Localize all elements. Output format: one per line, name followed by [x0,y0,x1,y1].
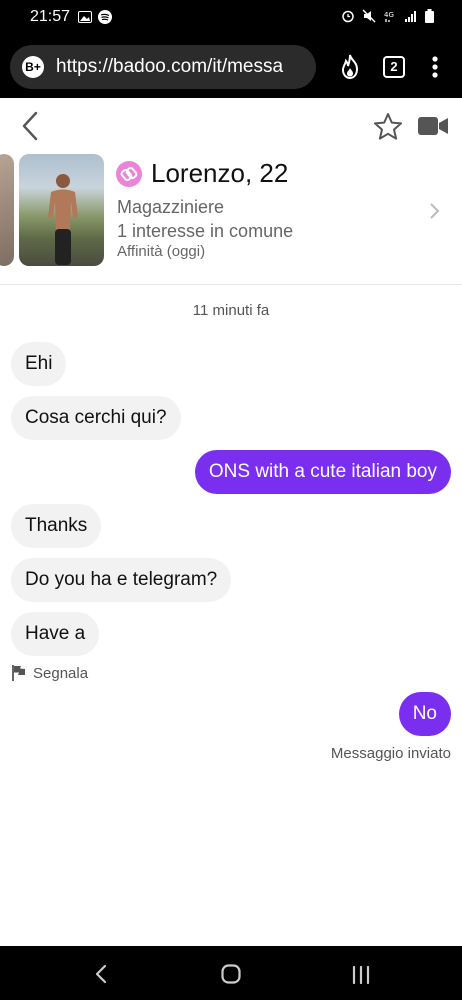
profile-name[interactable]: Lorenzo, 22 [151,158,288,189]
common-interests: 1 interesse in comune [117,221,294,241]
message-outgoing[interactable]: No [398,692,451,736]
url-text[interactable]: https://badoo.com/it/messa [56,56,283,78]
status-bar: 21:57 4G [0,0,462,36]
sent-status: Messaggio inviato [330,745,451,762]
profile-photo[interactable] [19,154,104,266]
favorite-star-icon[interactable] [373,112,403,140]
previous-photo-thumbnail[interactable] [0,154,14,266]
message-incoming[interactable]: Ehi [11,342,67,386]
header-divider [0,284,462,285]
profile-job: Magazziniere [117,197,225,217]
chat-timestamp: 11 minuti fa [192,302,270,319]
back-arrow-icon[interactable] [20,111,40,141]
system-nav-bar [0,946,462,1000]
person-silhouette [48,174,78,265]
signal-icon [405,11,416,22]
report-link[interactable]: Segnala [11,664,88,682]
report-label[interactable]: Segnala [33,665,88,682]
message-incoming[interactable]: Have a [11,612,100,656]
flag-icon [12,665,25,681]
message-outgoing[interactable]: ONS with a cute italian boy [194,450,451,494]
status-time: 21:57 [30,8,71,25]
message-incoming[interactable]: Thanks [11,504,102,548]
more-menu-icon[interactable] [432,56,438,78]
battery-icon [425,9,434,23]
message-incoming[interactable]: Cosa cerchi qui? [11,396,181,440]
alarm-icon [342,10,354,23]
4g-icon: 4G [384,11,394,22]
video-call-icon[interactable] [417,116,449,136]
svg-text:4G: 4G [384,11,394,19]
site-badge-icon: B+ [22,56,44,78]
nav-back-icon[interactable] [94,964,108,984]
message-incoming[interactable]: Do you ha e telegram? [11,558,232,602]
nav-home-icon[interactable] [221,964,241,984]
address-bar[interactable]: B+ https://badoo.com/it/messa [10,45,316,89]
match-badge-icon [116,161,142,187]
image-icon [78,11,92,23]
affinity-label: Affinità (oggi) [117,243,206,260]
nav-recent-apps-icon[interactable] [351,966,371,984]
spotify-icon [98,10,112,24]
fire-icon[interactable] [338,54,362,80]
tab-switcher-button[interactable]: 2 [383,56,405,78]
chevron-right-icon[interactable] [429,202,441,220]
browser-toolbar: B+ https://badoo.com/it/messa 2 [0,36,462,98]
mute-icon [362,9,376,23]
